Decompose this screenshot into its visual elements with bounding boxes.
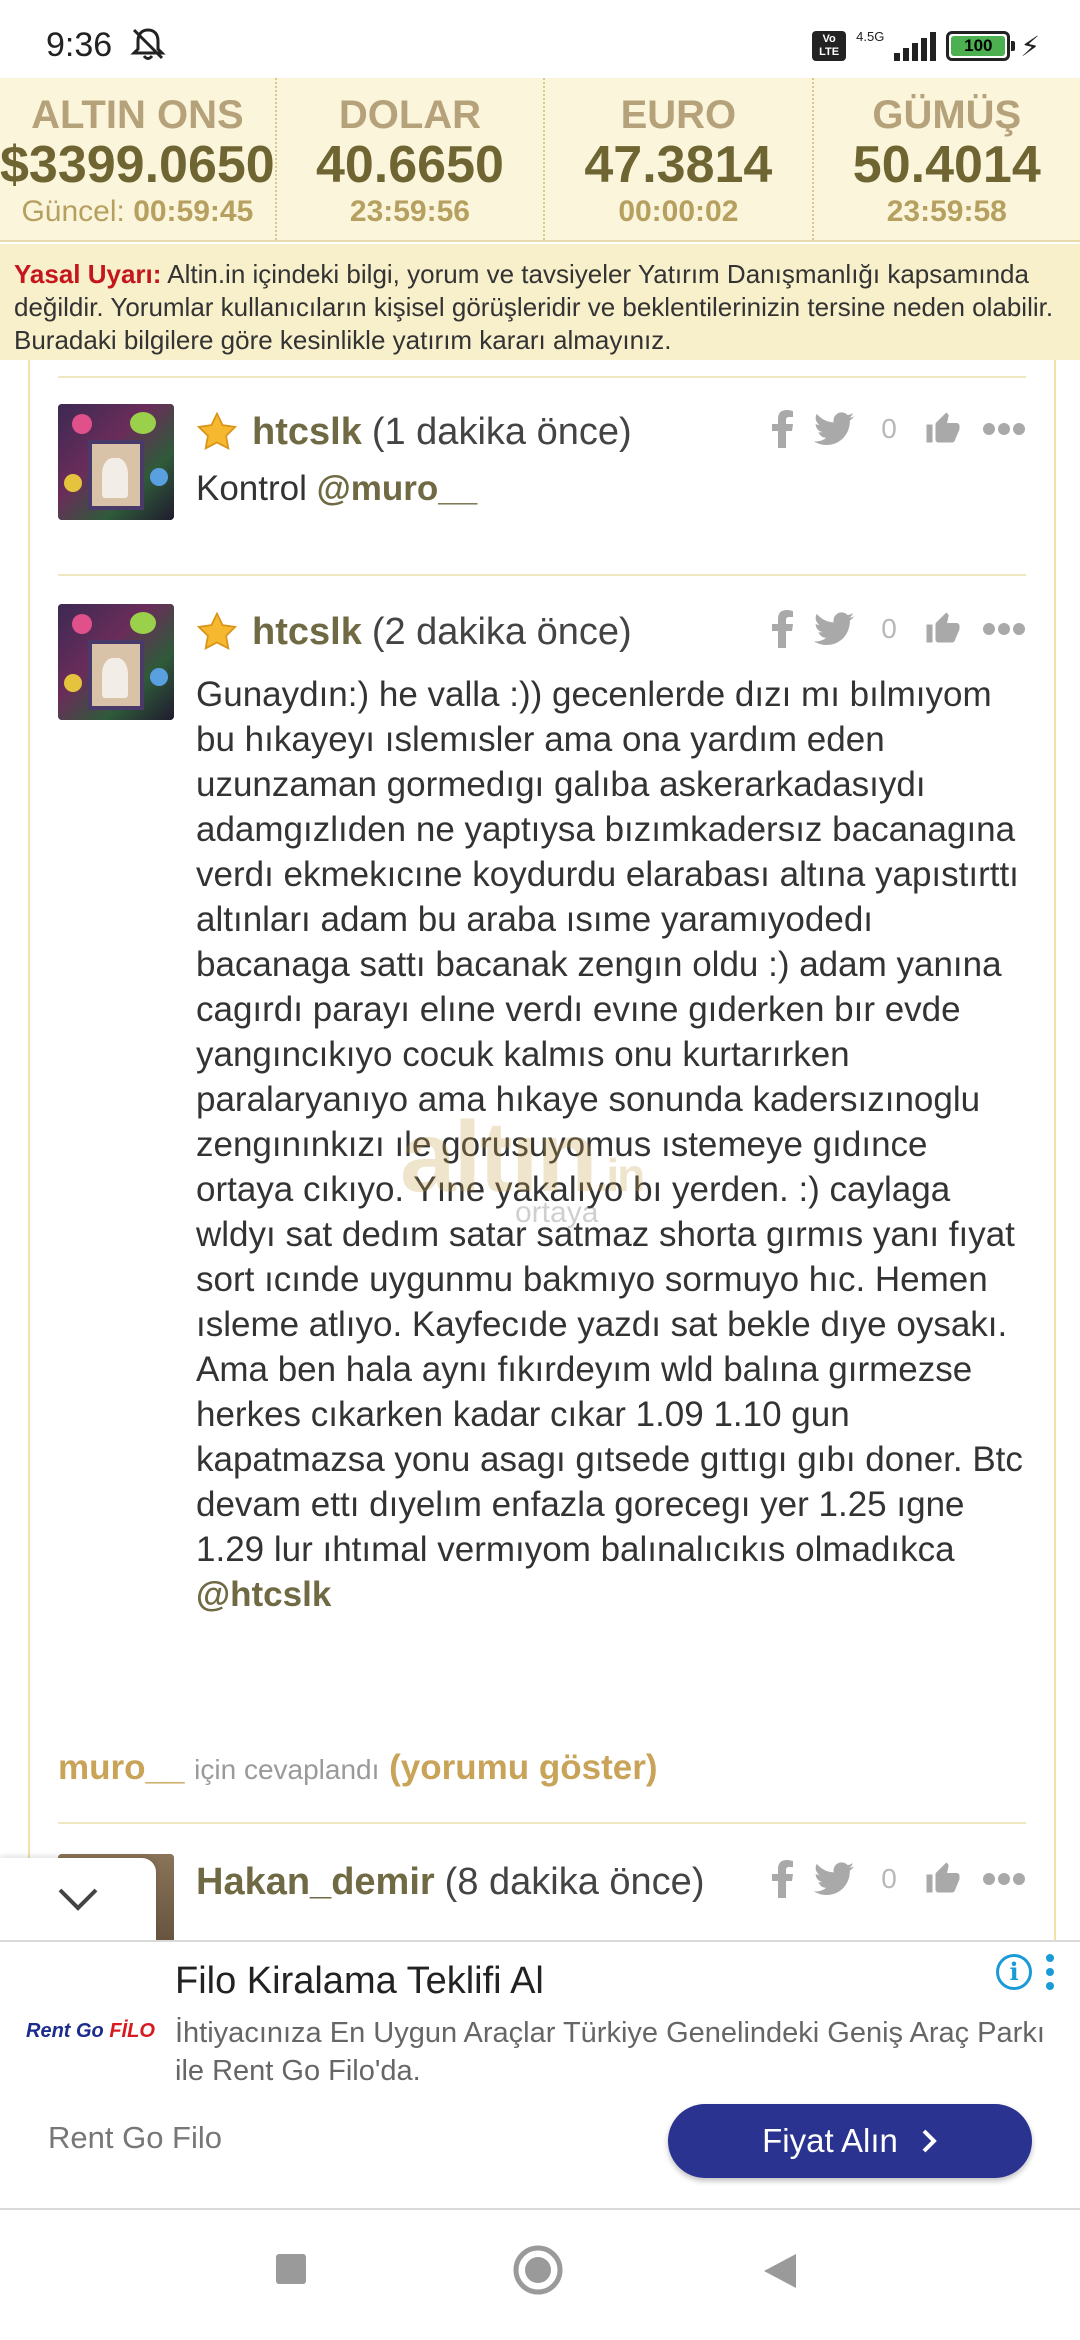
- chevron-down-icon: [58, 1888, 98, 1911]
- ticker-price: $3399.0650: [0, 136, 275, 194]
- comment-text: Gunaydın:) he valla :)) gecenlerde dızı …: [196, 675, 1023, 1569]
- facebook-icon[interactable]: [772, 610, 794, 648]
- back-icon[interactable]: [762, 2252, 798, 2290]
- more-icon[interactable]: [982, 622, 1026, 636]
- mute-icon: [130, 28, 166, 60]
- ad-options-icon[interactable]: [1046, 1954, 1056, 1996]
- show-comment-link[interactable]: (yorumu göster): [389, 1748, 657, 1787]
- comment-text: Kontrol: [196, 469, 317, 508]
- comment-mention[interactable]: @htcslk: [196, 1575, 331, 1614]
- ticker-time-label: Güncel:: [21, 195, 125, 228]
- ticker-name: GÜMÜŞ: [872, 93, 1022, 137]
- ad-cta-label: Fiyat Alın: [762, 2122, 898, 2159]
- ticker-price: 47.3814: [584, 136, 773, 194]
- ad-logo: Rent Go FİLO: [26, 2020, 155, 2043]
- collapse-ad-button[interactable]: [0, 1858, 156, 1940]
- comment-username[interactable]: htcslk: [252, 411, 362, 454]
- ticker-price: 50.4014: [852, 136, 1041, 194]
- recent-apps-icon[interactable]: [274, 2252, 308, 2286]
- divider: [58, 574, 1026, 576]
- divider: [58, 1822, 1026, 1824]
- comments-list[interactable]: htcslk (1 dakika önce) 0 Kontrol @muro__: [28, 360, 1056, 1940]
- ad-logo-accent: FİLO: [109, 2020, 155, 2042]
- like-count: 0: [881, 413, 897, 444]
- like-icon[interactable]: [924, 1861, 962, 1897]
- ad-logo-main: Rent Go: [26, 2020, 110, 2042]
- charging-icon: ⚡︎: [1020, 30, 1040, 62]
- status-bar: 9:36 Vo LTE 4.5G 100 ⚡︎: [0, 0, 1080, 78]
- network-type: 4.5G: [856, 28, 885, 44]
- ticker-dolar[interactable]: DOLAR 40.6650 23:59:56: [277, 78, 546, 240]
- ticker-time: 00:59:45: [133, 195, 254, 228]
- comment-username[interactable]: Hakan_demir: [196, 1861, 435, 1904]
- ad-cta-button[interactable]: Fiyat Alın: [668, 2104, 1032, 2178]
- comment-time: (2 dakika önce): [371, 610, 632, 653]
- twitter-icon[interactable]: [814, 612, 854, 646]
- legal-warning: Yasal Uyarı: Altin.in içindeki bilgi, yo…: [0, 244, 1080, 360]
- volte-badge: Vo LTE: [812, 31, 847, 61]
- ticker-time: 00:00:02: [618, 195, 739, 228]
- clock: 9:36: [46, 26, 113, 64]
- like-icon[interactable]: [924, 611, 962, 647]
- like-count: 0: [881, 613, 897, 644]
- ad-banner[interactable]: Rent Go FİLO Filo Kiralama Teklifi Al İh…: [0, 1940, 1080, 2210]
- battery-icon: 100: [946, 31, 1016, 61]
- more-icon[interactable]: [982, 1872, 1026, 1886]
- ticker-euro[interactable]: EURO 47.3814 00:00:02: [545, 78, 814, 240]
- home-icon[interactable]: [512, 2244, 564, 2296]
- comment-body: Gunaydın:) he valla :)) gecenlerde dızı …: [196, 672, 1026, 1617]
- reply-username[interactable]: muro__: [58, 1748, 184, 1787]
- ticker-name: DOLAR: [338, 93, 482, 137]
- more-icon[interactable]: [982, 422, 1026, 436]
- comment-time: (8 dakika önce): [444, 1860, 705, 1903]
- twitter-icon[interactable]: [814, 1862, 854, 1896]
- reply-text: için cevaplandı: [194, 1754, 380, 1785]
- twitter-icon[interactable]: [814, 412, 854, 446]
- comment-item: Hakan_demir (8 dakika önce) 0: [58, 1854, 1026, 1940]
- ticker-gumus[interactable]: GÜMÜŞ 50.4014 23:59:58: [814, 78, 1080, 240]
- ad-description: İhtiyacınıza En Uygun Araçlar Türkiye Ge…: [175, 2017, 1045, 2087]
- price-ticker: ALTIN ONS $3399.0650 Güncel: 00:59:45 DO…: [0, 78, 1080, 242]
- comment-time: (1 dakika önce): [371, 410, 632, 453]
- like-icon[interactable]: [924, 411, 962, 447]
- info-icon[interactable]: i: [996, 1954, 1032, 1990]
- ticker-time: 23:59:58: [886, 195, 1007, 228]
- comment-item: htcslk (2 dakika önce) 0 Gunaydın:) he v…: [58, 604, 1026, 1724]
- ad-title[interactable]: Filo Kiralama Teklifi Al: [175, 1960, 544, 2003]
- ticker-name: EURO: [620, 93, 737, 137]
- ticker-altin-ons[interactable]: ALTIN ONS $3399.0650 Güncel: 00:59:45: [0, 78, 277, 240]
- avatar[interactable]: [58, 604, 174, 720]
- warning-text: Altin.in içindeki bilgi, yorum ve tavsiy…: [14, 259, 1054, 355]
- star-icon: [196, 611, 238, 651]
- like-count: 0: [881, 1863, 897, 1894]
- divider: [58, 376, 1026, 378]
- comment-username[interactable]: htcslk: [252, 611, 362, 654]
- facebook-icon[interactable]: [772, 410, 794, 448]
- ad-brand: Rent Go Filo: [48, 2120, 223, 2155]
- warning-title: Yasal Uyarı:: [14, 259, 162, 289]
- chevron-right-icon: [922, 2129, 937, 2153]
- ticker-name: ALTIN ONS: [31, 93, 244, 137]
- system-nav-bar: [0, 2212, 1080, 2340]
- reply-info: muro__ için cevaplandı (yorumu göster): [58, 1748, 658, 1788]
- battery-level: 100: [951, 36, 1006, 56]
- comment-mention[interactable]: @muro__: [317, 469, 478, 508]
- comment-body: Kontrol @muro__: [196, 466, 1026, 511]
- ticker-time: 23:59:56: [349, 195, 470, 228]
- star-icon: [196, 411, 238, 451]
- ticker-price: 40.6650: [315, 136, 504, 194]
- facebook-icon[interactable]: [772, 1860, 794, 1898]
- comment-item: htcslk (1 dakika önce) 0 Kontrol @muro__: [58, 404, 1026, 524]
- signal-icon: [894, 31, 937, 61]
- avatar[interactable]: [58, 404, 174, 520]
